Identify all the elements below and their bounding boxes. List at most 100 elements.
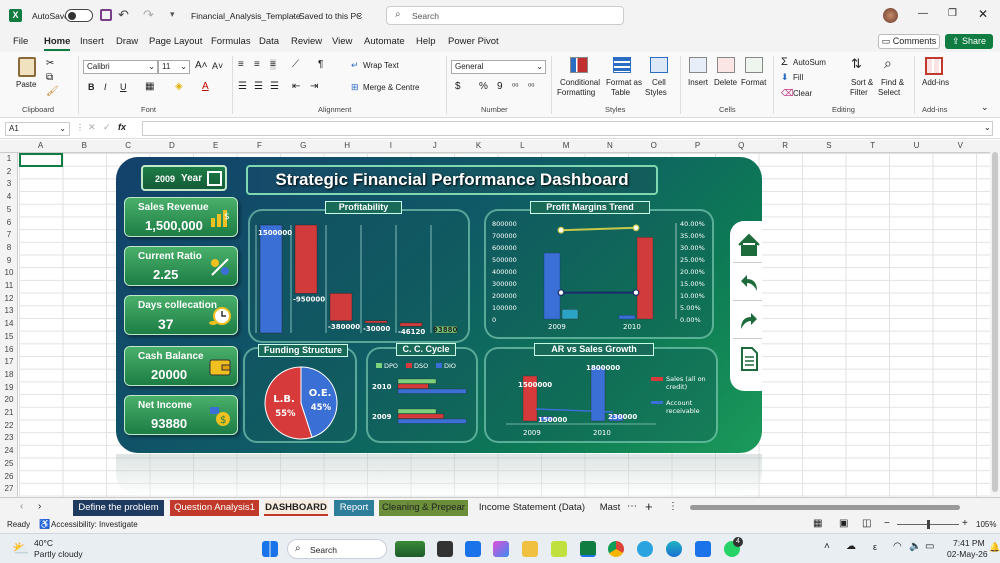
chevron-down-icon[interactable]: ⌄ — [356, 10, 363, 19]
more-sheets-icon[interactable]: ⋯ — [627, 501, 637, 512]
undo-icon[interactable]: ↶ — [118, 7, 129, 23]
row-header[interactable]: 25 — [0, 459, 18, 468]
comma-icon[interactable]: 9 — [497, 81, 503, 92]
prev-sheet-icon[interactable]: ‹ — [20, 501, 23, 512]
decrease-decimal-icon[interactable]: ⁰⁰ — [528, 82, 534, 91]
battery-icon[interactable]: ▭ — [925, 541, 934, 552]
format-cells-button[interactable]: Format — [741, 78, 766, 88]
find-select-button[interactable]: Find & — [881, 78, 904, 88]
minimize-icon[interactable]: — — [918, 8, 928, 19]
zoom-in-icon[interactable]: + — [962, 518, 968, 529]
clock-date[interactable]: 02-May-26 — [947, 549, 988, 559]
column-header[interactable]: N — [588, 141, 631, 150]
next-sheet-icon[interactable]: › — [38, 501, 41, 512]
orientation-icon[interactable]: ⟋ — [292, 59, 299, 70]
page-layout-icon[interactable]: ▣ — [839, 518, 848, 529]
formula-input[interactable] — [142, 121, 993, 136]
telegram-icon[interactable] — [637, 541, 653, 557]
taskbar-search[interactable]: ⌕ Search — [287, 539, 387, 559]
sheet-tab-dashboard[interactable]: DASHBOARD — [264, 500, 328, 516]
zoom-out-icon[interactable]: − — [884, 518, 890, 529]
row-header[interactable]: 16 — [0, 345, 18, 354]
add-sheet-icon[interactable]: + — [645, 499, 653, 514]
expand-formula-icon[interactable]: ⌄ — [984, 123, 991, 132]
align-left-icon[interactable]: ☰ — [238, 81, 247, 92]
sheet-tab-cleaning[interactable]: Cleaning & Prepear — [379, 500, 468, 516]
row-header[interactable]: 20 — [0, 395, 18, 404]
clear-button[interactable]: Clear — [793, 89, 812, 98]
year-selector[interactable]: 2009 Year — [141, 165, 227, 191]
column-header[interactable]: D — [150, 141, 193, 150]
clear-icon[interactable]: ⌫ — [781, 88, 794, 99]
conditional-formatting-label[interactable]: Conditional — [560, 78, 600, 88]
collapse-ribbon-icon[interactable]: ⌄ — [981, 102, 989, 113]
options-icon[interactable]: ⋮ — [668, 501, 678, 512]
copilot-icon[interactable] — [493, 541, 509, 557]
insert-cells-button[interactable]: Insert — [688, 78, 708, 88]
sheet-tab-mast[interactable]: Mast — [596, 500, 624, 516]
sheet-tab-define-problem[interactable]: Define the problem — [73, 500, 164, 516]
restore-icon[interactable]: ❐ — [948, 8, 957, 19]
vertical-scrollbar[interactable] — [990, 140, 1000, 497]
add-ins-button[interactable]: Add-ins — [922, 78, 949, 88]
number-format-select[interactable]: General ⌄ — [451, 60, 546, 74]
edge-icon[interactable] — [666, 541, 682, 557]
tab-automate[interactable]: Automate — [364, 36, 405, 47]
accessibility-status[interactable]: Accessibility: Investigate — [51, 520, 138, 529]
notepad-icon[interactable] — [551, 541, 567, 557]
row-header[interactable]: 3 — [0, 179, 18, 188]
customize-icon[interactable]: ▾ — [170, 9, 175, 20]
close-icon[interactable]: ✕ — [978, 7, 988, 21]
add-ins-icon[interactable] — [925, 57, 943, 75]
tab-home[interactable]: Home — [44, 36, 71, 51]
conditional-formatting-icon[interactable] — [570, 57, 588, 73]
font-size-select[interactable]: 11 ⌄ — [158, 60, 190, 74]
row-header[interactable]: 21 — [0, 408, 18, 417]
borders-icon[interactable]: ▦ — [145, 81, 154, 92]
column-header[interactable]: P — [676, 141, 719, 150]
find-select-icon[interactable]: ⌕ — [884, 55, 892, 72]
merge-center-button[interactable]: Merge & Centre — [363, 83, 419, 92]
row-header[interactable]: 22 — [0, 421, 18, 430]
home-icon[interactable] — [733, 229, 762, 263]
clock-time[interactable]: 7:41 PM — [953, 538, 985, 548]
excel-taskbar-icon[interactable] — [580, 541, 596, 557]
tab-help[interactable]: Help — [416, 36, 436, 47]
sheet-tab-income-statement[interactable]: Income Statement (Data) — [476, 500, 588, 516]
fill-icon[interactable]: ⬇ — [781, 72, 789, 83]
align-center-icon[interactable]: ☰ — [254, 81, 263, 92]
row-header[interactable]: 27 — [0, 484, 18, 493]
italic-icon[interactable]: I — [104, 82, 107, 92]
row-header[interactable]: 13 — [0, 306, 18, 315]
sheet-tab-question-analysis[interactable]: Question Analysis1 — [170, 500, 259, 516]
column-header[interactable]: I — [369, 141, 412, 150]
row-header[interactable]: 15 — [0, 332, 18, 341]
avatar[interactable] — [883, 8, 898, 23]
sort-filter-button[interactable]: Sort & — [851, 78, 873, 88]
tab-draw[interactable]: Draw — [116, 36, 138, 47]
tab-page-layout[interactable]: Page Layout — [149, 36, 202, 47]
trees-widget-icon[interactable] — [395, 541, 425, 557]
row-header[interactable]: 5 — [0, 205, 18, 214]
save-icon[interactable] — [100, 9, 112, 21]
row-header[interactable]: 26 — [0, 472, 18, 481]
bold-icon[interactable]: B — [88, 82, 95, 92]
back-arrow-icon[interactable] — [733, 267, 762, 301]
wrap-text-button[interactable]: Wrap Text — [363, 61, 399, 70]
row-header[interactable]: 23 — [0, 433, 18, 442]
notifications-icon[interactable]: 🔔 — [989, 542, 1000, 553]
fill-color-icon[interactable]: ◈ — [175, 81, 183, 92]
row-header[interactable]: 8 — [0, 243, 18, 252]
font-name-select[interactable]: Calibri ⌄ — [83, 60, 158, 74]
row-header[interactable]: 18 — [0, 370, 18, 379]
row-header[interactable]: 6 — [0, 218, 18, 227]
percent-icon[interactable]: % — [479, 81, 488, 92]
forward-arrow-icon[interactable] — [733, 305, 762, 339]
column-header[interactable]: S — [807, 141, 850, 150]
enter-icon[interactable]: ✓ — [103, 122, 111, 133]
row-header[interactable]: 24 — [0, 446, 18, 455]
function-icon[interactable]: fx — [118, 122, 126, 132]
align-middle-icon[interactable]: ≡ — [254, 59, 260, 70]
zoom-level[interactable]: 105% — [976, 520, 996, 529]
tab-formulas[interactable]: Formulas — [211, 36, 251, 47]
